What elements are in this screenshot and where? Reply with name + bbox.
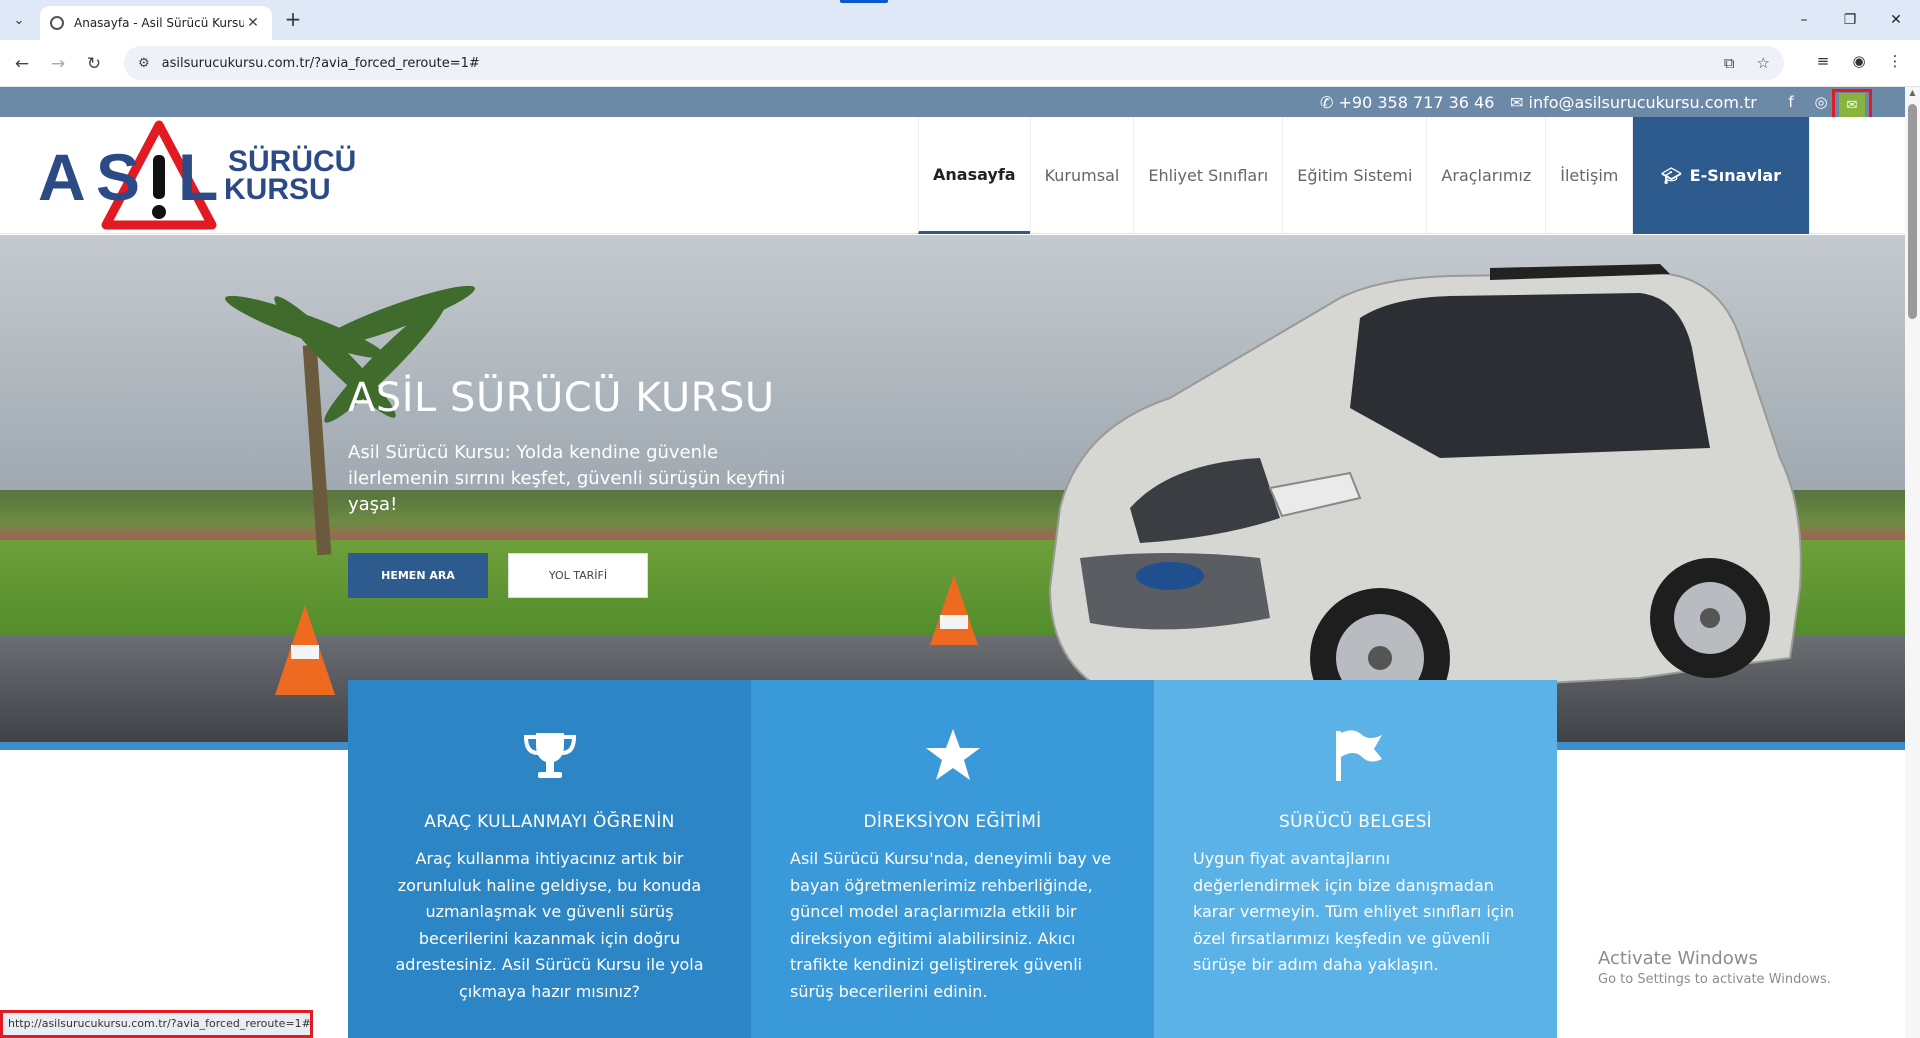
url-text[interactable]: asilsurucukursu.com.tr/?avia_forced_rero… — [162, 56, 1702, 71]
tab-title: Anasayfa - Asil Sürücü Kursu — [74, 16, 244, 30]
hero-title: ASİL SÜRÜCÜ KURSU — [348, 375, 775, 421]
profile-icon[interactable]: ◉ — [1846, 52, 1872, 76]
menu-kebab-icon[interactable]: ⋮ — [1882, 52, 1908, 76]
reload-icon: ↻ — [86, 54, 102, 74]
feature-text: Araç kullanma ihtiyacınız artık bir zoru… — [395, 849, 704, 1001]
translate-icon[interactable]: ⧉ — [1724, 54, 1735, 72]
phone-number: +90 358 717 36 46 — [1338, 93, 1495, 112]
restore-button[interactable]: ❐ — [1828, 6, 1872, 34]
windows-activation-watermark: Activate Windows Go to Settings to activ… — [1598, 948, 1831, 987]
link-status-bar: http://asilsurucukursu.com.tr/?avia_forc… — [0, 1010, 313, 1038]
globe-icon — [50, 16, 64, 30]
site-logo[interactable]: A S L SÜRÜCÜ KURSU — [38, 119, 358, 234]
scrollbar-thumb[interactable] — [1908, 104, 1917, 319]
browser-tab[interactable]: Anasayfa - Asil Sürücü Kursu ✕ — [40, 6, 272, 40]
email-address: info@asilsurucukursu.com.tr — [1528, 93, 1757, 112]
feature-text: Asil Sürücü Kursu'nda, deneyimli bay ve … — [790, 849, 1112, 1001]
menu-item-araclarimiz[interactable]: Araçlarımız — [1426, 117, 1545, 234]
close-window-button[interactable]: ✕ — [1874, 6, 1918, 34]
traffic-cone — [275, 605, 335, 695]
reading-list-icon[interactable]: ≡ — [1810, 52, 1836, 76]
call-now-button[interactable]: HEMEN ARA — [348, 553, 488, 598]
feature-title: ARAÇ KULLANMAYI ÖĞRENİN — [424, 812, 675, 832]
menu-item-ehliyet-siniflari[interactable]: Ehliyet Sınıfları — [1133, 117, 1282, 234]
bookmark-star-icon[interactable]: ☆ — [1757, 54, 1770, 72]
instagram-icon[interactable]: ◎ — [1809, 93, 1833, 111]
traffic-cone — [930, 575, 978, 645]
feature-box-driver-license: SÜRÜCÜ BELGESİ Uygun fiyat avantajlarını… — [1154, 680, 1557, 1038]
flag-icon — [1154, 720, 1557, 790]
email-link[interactable]: ✉ info@asilsurucukursu.com.tr — [1510, 93, 1757, 112]
feature-text: Uygun fiyat avantajlarını değerlendirmek… — [1193, 849, 1515, 974]
forward-button[interactable]: → — [44, 50, 72, 78]
new-tab-button[interactable]: + — [280, 8, 306, 32]
menu-item-kurumsal[interactable]: Kurumsal — [1029, 117, 1134, 234]
graduation-cap-icon: 🎓︎ — [1661, 166, 1682, 185]
menu-item-anasayfa[interactable]: Anasayfa — [918, 117, 1030, 234]
tab-strip-accent — [840, 0, 888, 3]
feature-title: SÜRÜCÜ BELGESİ — [1279, 812, 1432, 832]
tab-close-icon[interactable]: ✕ — [244, 15, 262, 31]
site-header: A S L SÜRÜCÜ KURSU Anasayfa Kurumsal Ehl… — [0, 117, 1905, 234]
site-info-icon[interactable]: ⚙ — [138, 56, 150, 71]
site-top-bar: ✆ +90 358 717 36 46 ✉ info@asilsurucukur… — [0, 87, 1905, 117]
menu-spacer — [1809, 117, 1844, 234]
feature-box-steering-training: DİREKSİYON EĞİTİMİ Asil Sürücü Kursu'nda… — [751, 680, 1154, 1038]
logo-letter-a: A — [38, 140, 86, 214]
envelope-icon: ✉ — [1510, 93, 1524, 112]
address-bar[interactable]: ⚙ asilsurucukursu.com.tr/?avia_forced_re… — [124, 46, 1784, 80]
browser-tab-bar: ⌄ Anasayfa - Asil Sürücü Kursu ✕ + – ❐ ✕ — [0, 0, 1920, 40]
chevron-down-icon: ⌄ — [13, 12, 25, 28]
hero-subtitle: Asil Sürücü Kursu: Yolda kendine güvenle… — [348, 442, 786, 515]
logo-word-kursu: KURSU — [224, 173, 331, 206]
watermark-line1: Activate Windows — [1598, 948, 1758, 969]
phone-link[interactable]: ✆ +90 358 717 36 46 — [1320, 93, 1494, 112]
car-image — [1048, 264, 1802, 728]
logo-letter-s: S — [96, 140, 141, 214]
mail-icon: ✉ — [1839, 93, 1865, 117]
menu-item-e-sinavlar[interactable]: 🎓︎ E-Sınavlar — [1632, 117, 1810, 234]
trophy-icon — [348, 720, 751, 790]
cta-label: E-Sınavlar — [1689, 166, 1782, 185]
star-icon — [751, 720, 1154, 790]
feature-box-learn-driving: ARAÇ KULLANMAYI ÖĞRENİN Araç kullanma ih… — [348, 680, 751, 1038]
browser-toolbar: ← → ↻ ⚙ asilsurucukursu.com.tr/?avia_for… — [0, 40, 1920, 87]
menu-item-egitim-sistemi[interactable]: Eğitim Sistemi — [1282, 117, 1426, 234]
menu-item-iletisim[interactable]: İletişim — [1545, 117, 1632, 234]
logo-letter-l: L — [178, 140, 219, 214]
facebook-icon[interactable]: f — [1779, 93, 1803, 111]
phone-icon: ✆ — [1320, 93, 1334, 112]
back-button[interactable]: ← — [8, 50, 36, 78]
main-menu: Anasayfa Kurumsal Ehliyet Sınıfları Eğit… — [918, 117, 1844, 234]
arrow-left-icon: ← — [14, 54, 30, 74]
watermark-line2: Go to Settings to activate Windows. — [1598, 972, 1831, 987]
directions-button[interactable]: YOL TARİFİ — [508, 553, 648, 598]
tab-search-button[interactable]: ⌄ — [6, 8, 32, 32]
reload-button[interactable]: ↻ — [80, 50, 108, 78]
feature-boxes: ARAÇ KULLANMAYI ÖĞRENİN Araç kullanma ih… — [348, 680, 1558, 1038]
arrow-right-icon: → — [50, 54, 66, 74]
feature-title: DİREKSİYON EĞİTİMİ — [863, 812, 1042, 832]
scroll-up-arrow-icon[interactable]: ▲ — [1906, 88, 1919, 102]
minimize-button[interactable]: – — [1782, 6, 1826, 34]
